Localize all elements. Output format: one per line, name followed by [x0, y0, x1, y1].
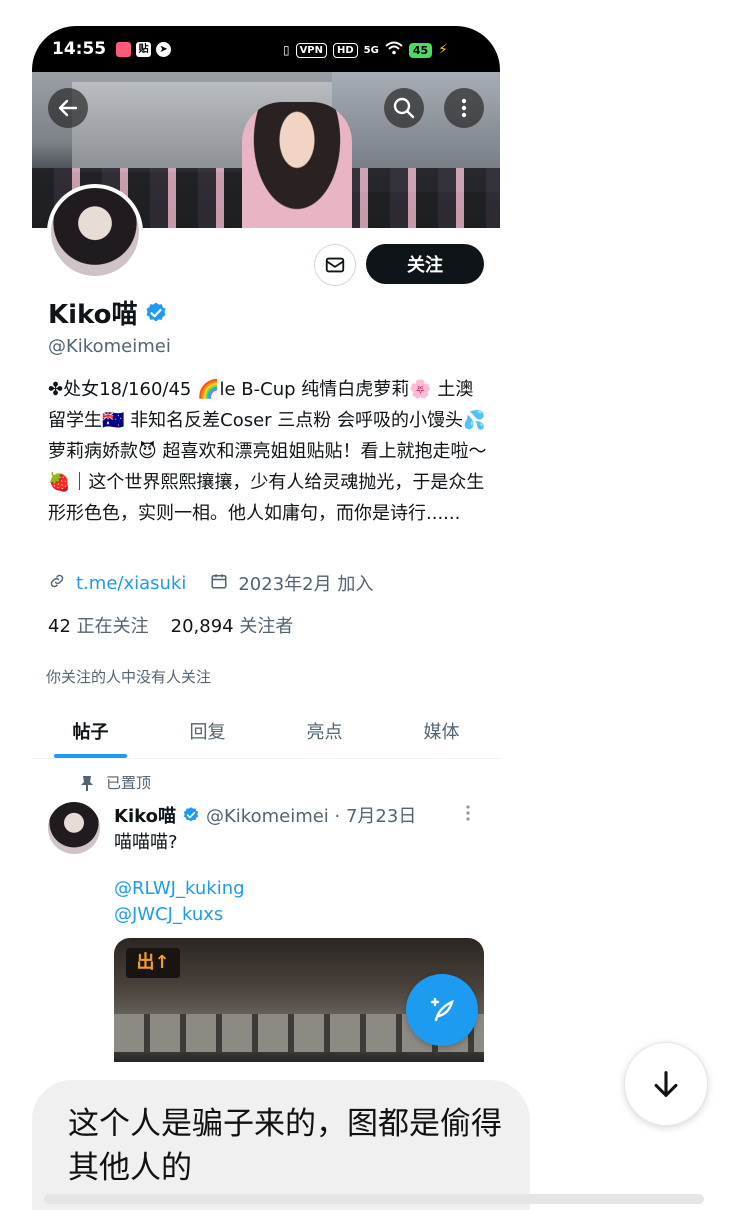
verified-badge-icon	[146, 302, 166, 321]
search-button[interactable]	[384, 88, 424, 128]
envelope-icon	[325, 257, 345, 273]
tweet-author[interactable]: Kiko喵	[114, 802, 176, 828]
profile-avatar[interactable]	[47, 184, 143, 280]
pinned-indicator: 已置顶	[80, 772, 151, 793]
arrow-left-icon	[58, 99, 78, 117]
calendar-icon	[210, 572, 228, 595]
message-button[interactable]	[314, 244, 356, 286]
scroll-down-button[interactable]	[624, 1042, 708, 1126]
profile-handle: @Kikomeimei	[48, 336, 171, 357]
tweet-mention[interactable]: @RLWJ_kuking	[114, 878, 245, 899]
status-time: 14:55	[52, 39, 107, 59]
tweet-mention[interactable]: @JWCJ_kuxs	[114, 904, 223, 925]
wifi-icon	[385, 40, 403, 60]
charging-icon: ⚡	[438, 42, 448, 58]
follow-button[interactable]: 关注	[366, 244, 484, 284]
profile-name: Kiko喵	[48, 294, 168, 331]
more-vertical-icon	[461, 98, 467, 118]
more-vertical-icon	[466, 805, 470, 821]
arrow-down-icon	[654, 1071, 678, 1097]
tweet-handle-date: @Kikomeimei · 7月23日	[205, 806, 417, 827]
tweet-avatar[interactable]	[48, 802, 100, 854]
status-bar: 14:55 贴 ➤ ▯ VPN HD 5G 45 ⚡	[32, 26, 500, 72]
hd-badge: HD	[333, 42, 358, 58]
tweet-text: 喵喵喵?	[114, 832, 178, 853]
tweet-header: Kiko喵 @Kikomeimei · 7月23日	[114, 802, 416, 828]
app-notification-icon	[116, 41, 132, 57]
verified-badge-icon	[183, 807, 199, 822]
banner-person	[242, 102, 352, 228]
compose-button[interactable]	[406, 974, 478, 1046]
tab-media[interactable]: 媒体	[383, 708, 500, 758]
tab-posts[interactable]: 帖子	[32, 708, 149, 758]
telegram-icon: ➤	[156, 41, 172, 57]
next-message-edge	[44, 1194, 704, 1204]
more-options-button[interactable]	[444, 88, 484, 128]
compose-feather-icon	[430, 997, 454, 1022]
phone-screen: 14:55 贴 ➤ ▯ VPN HD 5G 45 ⚡ 关注 Kiko喵 @Kik…	[32, 26, 500, 1086]
status-left-icons: 贴 ➤	[116, 41, 172, 57]
profile-name-text: Kiko喵	[48, 300, 138, 330]
following-count-link[interactable]: 42 正在关注	[48, 612, 149, 638]
follow-counts: 42 正在关注 20,894 关注者	[48, 612, 293, 638]
pin-icon	[81, 775, 93, 791]
tab-highlights[interactable]: 亮点	[266, 708, 383, 758]
chat-message-bubble: 这个人是骗子来的，图都是偷得其他人的	[32, 1080, 530, 1210]
following-label: 正在关注	[76, 616, 149, 637]
profile-bio: ✤处女18/160/45 🌈le B-Cup 纯情白虎萝莉🌸 土澳留学生🇦🇺 非…	[48, 379, 487, 524]
network-label: 5G	[363, 44, 379, 56]
chat-message-text: 这个人是骗子来的，图都是偷得其他人的	[68, 1106, 502, 1186]
following-count: 42	[48, 616, 71, 637]
search-icon	[393, 97, 415, 119]
profile-tabs: 帖子 回复 亮点 媒体	[32, 708, 500, 759]
followers-label: 关注者	[239, 616, 294, 637]
followers-count: 20,894	[170, 616, 234, 637]
battery-indicator: 45	[408, 42, 433, 58]
vpn-badge: VPN	[295, 42, 327, 58]
followers-count-link[interactable]: 20,894 关注者	[171, 612, 294, 638]
tweet-more-button[interactable]	[464, 804, 472, 827]
station-exit-sign: 出↑	[126, 948, 180, 978]
profile-meta: t.me/xiasuki 2023年2月 加入	[48, 570, 373, 596]
pinned-label: 已置顶	[106, 774, 152, 792]
tab-replies[interactable]: 回复	[149, 708, 266, 758]
link-icon	[48, 572, 66, 595]
back-button[interactable]	[48, 88, 88, 128]
profile-link[interactable]: t.me/xiasuki	[76, 573, 186, 594]
join-date: 2023年2月 加入	[238, 574, 374, 595]
tag-notification-icon: 贴	[136, 41, 152, 57]
mutual-followers-text: 你关注的人中没有人关注	[46, 668, 212, 686]
status-right-icons: ▯ VPN HD 5G 45 ⚡	[283, 40, 448, 60]
vibrate-icon: ▯	[282, 43, 290, 57]
